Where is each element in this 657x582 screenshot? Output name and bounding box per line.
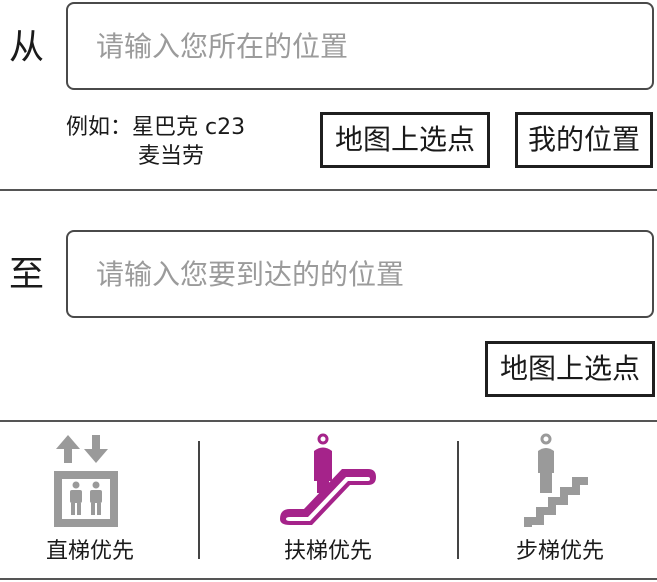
origin-input[interactable] [96, 29, 652, 63]
pref-escalator-label: 扶梯优先 [283, 539, 372, 564]
elevator-icon [54, 435, 118, 527]
hint-example-line1: 例如：星巴克 c23 [66, 115, 246, 140]
pref-elevator-label: 直梯优先 [45, 539, 134, 564]
escalator-icon [280, 433, 376, 525]
from-label: 从 [9, 28, 45, 68]
to-map-pick-button[interactable]: 地图上选点 [485, 341, 655, 397]
pref-separator [198, 441, 200, 559]
from-field[interactable] [66, 2, 654, 90]
pref-elevator[interactable]: 直梯优先 [30, 423, 150, 577]
stairs-icon [524, 433, 588, 527]
to-field[interactable] [66, 230, 654, 318]
from-map-pick-button[interactable]: 地图上选点 [320, 112, 490, 168]
from-hint: 例如：星巴克 c23 麦当劳 [66, 113, 245, 171]
section-divider-2 [0, 420, 657, 422]
hint-example-line2: 麦当劳 [138, 144, 205, 169]
pref-stairs-label: 步梯优先 [515, 539, 604, 564]
pref-escalator[interactable]: 扶梯优先 [268, 423, 388, 577]
section-divider-1 [0, 189, 657, 191]
destination-input[interactable] [96, 257, 652, 291]
pref-separator [457, 441, 459, 559]
section-divider-3 [0, 578, 657, 580]
route-preferences: 直梯优先 扶梯优先 步梯优先 [0, 423, 657, 577]
my-location-button[interactable]: 我的位置 [515, 112, 653, 168]
pref-stairs[interactable]: 步梯优先 [500, 423, 620, 577]
to-label: 至 [9, 255, 45, 295]
